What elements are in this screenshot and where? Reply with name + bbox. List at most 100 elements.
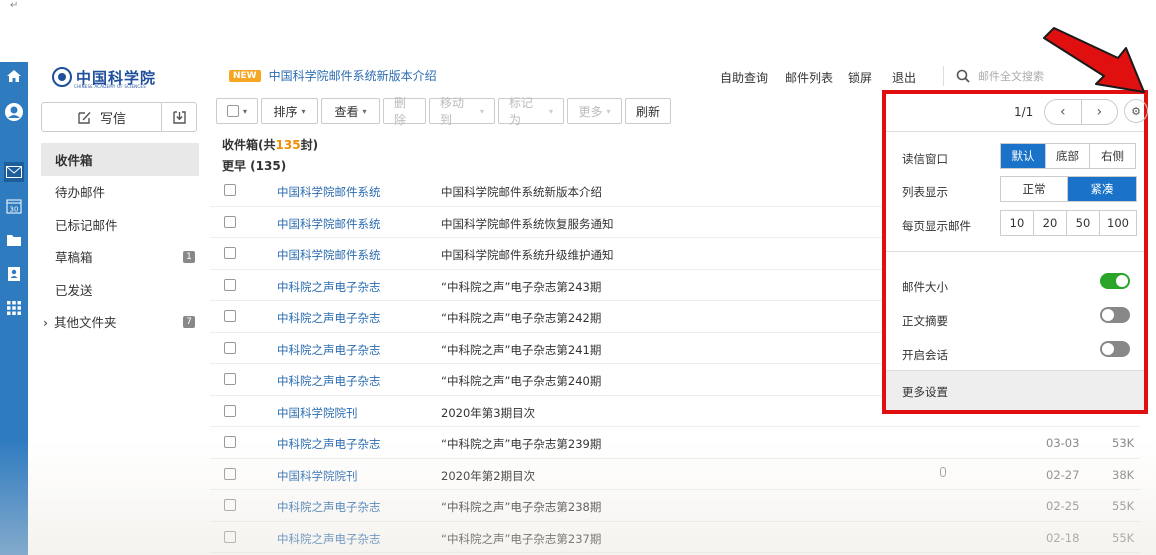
folder-todo[interactable]: 待办邮件 xyxy=(41,176,199,209)
row-checkbox[interactable] xyxy=(224,184,236,196)
per-page-option[interactable]: 10 xyxy=(1001,211,1034,235)
mail-row[interactable]: 中国科学院院刊 2020年第2期目次 02-27 38K xyxy=(210,459,1140,490)
mail-subject[interactable]: “中科院之声”电子杂志第238期 xyxy=(441,499,601,515)
folder-label: 已发送 xyxy=(55,282,93,298)
folder-other[interactable]: › 其他文件夹 7 xyxy=(41,306,199,339)
row-checkbox[interactable] xyxy=(224,436,236,448)
compose-button[interactable]: 写信 xyxy=(42,103,162,131)
mail-subject[interactable]: 2020年第3期目次 xyxy=(441,405,535,421)
gear-icon[interactable]: ⚙ xyxy=(1124,99,1148,123)
folder-inbox[interactable]: 收件箱 xyxy=(41,143,199,176)
select-all-checkbox[interactable] xyxy=(227,105,239,117)
contacts-icon[interactable] xyxy=(4,264,24,284)
row-checkbox[interactable] xyxy=(224,215,236,228)
mail-subject[interactable]: “中科院之声”电子杂志第242期 xyxy=(441,310,601,326)
row-checkbox[interactable] xyxy=(224,467,236,480)
chevron-down-icon: ▾ xyxy=(242,106,247,116)
per-page-option[interactable]: 20 xyxy=(1034,211,1067,235)
mail-subject[interactable]: “中科院之声”电子杂志第243期 xyxy=(441,279,601,295)
chevron-down-icon: ▾ xyxy=(606,106,611,116)
nav-self-service[interactable]: 自助查询 xyxy=(720,69,785,86)
nav-lock-screen[interactable]: 锁屏 xyxy=(848,69,892,86)
move-to-button[interactable]: 移动到 ▾ xyxy=(429,96,495,127)
mail-sender[interactable]: 中科院之声电子杂志 xyxy=(277,531,381,547)
mail-row[interactable]: 中科院之声电子杂志 “中科院之声”电子杂志第239期 03-03 53K xyxy=(210,427,1140,459)
refresh-button[interactable]: 刷新 xyxy=(625,98,671,124)
folder-icon[interactable] xyxy=(4,230,24,250)
mail-sender[interactable]: 中国科学院院刊 xyxy=(277,468,358,484)
mail-subject[interactable]: “中科院之声”电子杂志第241期 xyxy=(441,342,601,358)
folder-drafts[interactable]: 草稿箱 1 xyxy=(41,241,199,274)
prev-page-icon[interactable]: ‹ xyxy=(1045,100,1082,124)
mail-subject[interactable]: “中科院之声”电子杂志第237期 xyxy=(441,531,601,547)
row-checkbox[interactable] xyxy=(224,530,236,543)
mail-sender[interactable]: 中国科学院邮件系统 xyxy=(277,216,381,232)
mail-row[interactable]: 中科院之声电子杂志 “中科院之声”电子杂志第238期 02-25 55K xyxy=(210,490,1140,522)
mail-sender[interactable]: 中科院之声电子杂志 xyxy=(277,310,381,326)
search-input[interactable]: 邮件全文搜索 xyxy=(978,68,1044,84)
delete-button[interactable]: 删除 xyxy=(383,96,426,127)
nav-logout[interactable]: 退出 xyxy=(892,69,916,86)
reading-pane-default[interactable]: 默认 xyxy=(1001,144,1046,168)
row-checkbox[interactable] xyxy=(224,499,236,511)
mail-sender[interactable]: 中科院之声电子杂志 xyxy=(277,279,381,295)
mail-sender[interactable]: 中国科学院邮件系统 xyxy=(277,184,381,200)
avatar-icon[interactable] xyxy=(4,102,24,122)
row-checkbox[interactable] xyxy=(224,373,236,385)
more-label: 更多 xyxy=(578,104,603,119)
apps-grid-icon[interactable] xyxy=(4,298,24,318)
per-page-option[interactable]: 100 xyxy=(1100,211,1136,235)
mail-subject[interactable]: 中国科学院邮件系统新版本介绍 xyxy=(441,184,602,200)
mark-as-button[interactable]: 标记为 ▾ xyxy=(498,96,564,127)
list-display-normal[interactable]: 正常 xyxy=(1001,177,1068,201)
per-page-option[interactable]: 50 xyxy=(1067,211,1100,235)
mail-subject[interactable]: 中国科学院邮件系统恢复服务通知 xyxy=(441,216,614,232)
view-button[interactable]: 查看 ▾ xyxy=(321,98,380,124)
mail-subject[interactable]: “中科院之声”电子杂志第239期 xyxy=(441,436,601,452)
calendar-icon[interactable]: 30 xyxy=(4,196,24,216)
move-to-label: 移动到 xyxy=(440,96,465,127)
mail-row[interactable]: 中科院之声电子杂志 “中科院之声”电子杂志第237期 02-18 55K xyxy=(210,522,1140,553)
next-page-icon[interactable]: › xyxy=(1082,100,1118,124)
row-checkbox[interactable] xyxy=(224,341,236,354)
mail-icon[interactable] xyxy=(4,162,24,182)
preview-toggle[interactable] xyxy=(1100,307,1130,323)
row-checkbox[interactable] xyxy=(224,247,236,259)
mail-sender[interactable]: 中科院之声电子杂志 xyxy=(277,499,381,515)
select-all-dropdown[interactable]: ▾ xyxy=(216,98,258,124)
folder-sent[interactable]: 已发送 xyxy=(41,273,199,306)
more-button[interactable]: 更多 ▾ xyxy=(567,98,622,124)
chevron-down-icon: ▾ xyxy=(301,106,306,116)
row-checkbox[interactable] xyxy=(224,404,236,417)
expand-chevron-icon[interactable]: › xyxy=(43,315,48,330)
sort-button[interactable]: 排序 ▾ xyxy=(261,98,318,124)
top-nav: 自助查询 邮件列表 锁屏 退出 xyxy=(720,69,916,86)
mail-size-toggle[interactable] xyxy=(1100,273,1130,289)
mail-sender[interactable]: 中科院之声电子杂志 xyxy=(277,373,381,389)
mail-subject[interactable]: “中科院之声”电子杂志第240期 xyxy=(441,373,601,389)
conversation-toggle[interactable] xyxy=(1100,341,1130,357)
row-checkbox[interactable] xyxy=(224,310,236,322)
mail-subject[interactable]: 2020年第2期目次 xyxy=(441,468,535,484)
mail-sender[interactable]: 中科院之声电子杂志 xyxy=(277,436,381,452)
folder-starred[interactable]: 已标记邮件 xyxy=(41,208,199,241)
chevron-down-icon: ▾ xyxy=(479,106,484,116)
mail-sender[interactable]: 中国科学院院刊 xyxy=(277,405,358,421)
reading-pane-bottom[interactable]: 底部 xyxy=(1046,144,1090,168)
folder-count-badge: 7 xyxy=(183,315,195,328)
mail-sender[interactable]: 中国科学院邮件系统 xyxy=(277,247,381,263)
announcement-link[interactable]: 中国科学院邮件系统新版本介绍 xyxy=(269,67,437,84)
list-display-compact[interactable]: 紧凑 xyxy=(1068,177,1136,201)
import-button[interactable] xyxy=(162,103,196,131)
reading-pane-right[interactable]: 右侧 xyxy=(1090,144,1135,168)
mail-subject[interactable]: 中国科学院邮件系统升级维护通知 xyxy=(441,247,614,263)
row-checkbox[interactable] xyxy=(224,278,236,291)
search-box[interactable]: 邮件全文搜索 xyxy=(943,66,1044,86)
nav-mail-lists[interactable]: 邮件列表 xyxy=(785,69,848,86)
announcement[interactable]: NEW 中国科学院邮件系统新版本介绍 xyxy=(229,67,437,84)
folder-label: 草稿箱 xyxy=(55,250,93,266)
more-settings-button[interactable]: 更多设置 xyxy=(886,370,1144,410)
mail-sender[interactable]: 中科院之声电子杂志 xyxy=(277,342,381,358)
home-icon[interactable] xyxy=(4,66,24,86)
compose-group: 写信 xyxy=(41,102,197,132)
